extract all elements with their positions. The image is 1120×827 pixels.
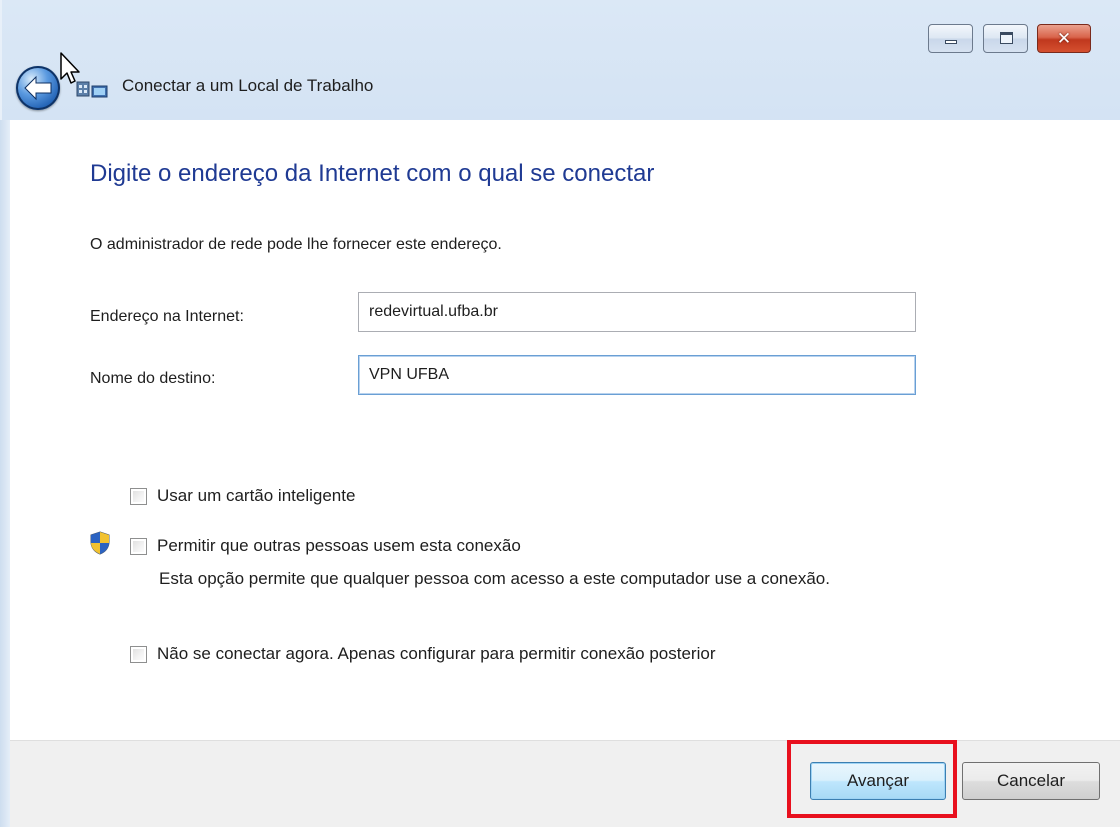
dont-connect-label: Não se conectar agora. Apenas configurar…	[157, 644, 716, 663]
allow-others-description: Esta opção permite que qualquer pessoa c…	[159, 569, 830, 588]
address-label: Endereço na Internet:	[90, 308, 244, 325]
uac-shield-icon	[90, 531, 110, 555]
allow-others-checkbox[interactable]	[130, 537, 147, 555]
highlight-annotation	[787, 740, 957, 818]
window-frame: ✕ Conectar a um Local de Trabalho Digite…	[0, 0, 1120, 827]
smartcard-checkbox[interactable]	[130, 487, 147, 505]
cancel-button[interactable]: Cancelar	[962, 762, 1100, 800]
back-arrow-icon	[24, 75, 52, 101]
destination-label: Nome do destino:	[90, 370, 216, 387]
frame-left-border	[0, 120, 10, 827]
destination-input[interactable]: VPN UFBA	[358, 355, 916, 395]
close-icon: ✕	[1056, 28, 1072, 49]
window-title: Conectar a um Local de Trabalho	[122, 76, 374, 95]
minimize-button[interactable]	[928, 24, 973, 53]
page-heading: Digite o endereço da Internet com o qual…	[90, 160, 655, 187]
allow-others-option[interactable]: Permitir que outras pessoas usem esta co…	[130, 536, 521, 556]
dont-connect-checkbox[interactable]	[130, 645, 147, 663]
workplace-network-icon	[76, 81, 108, 98]
maximize-icon	[1000, 32, 1013, 44]
address-input[interactable]: redevirtual.ufba.br	[358, 292, 916, 332]
smartcard-label: Usar um cartão inteligente	[157, 486, 356, 505]
intro-text: O administrador de rede pode lhe fornece…	[90, 236, 502, 253]
back-button[interactable]	[16, 66, 60, 110]
smartcard-option[interactable]: Usar um cartão inteligente	[130, 486, 355, 506]
dont-connect-option[interactable]: Não se conectar agora. Apenas configurar…	[130, 644, 715, 664]
close-button[interactable]: ✕	[1037, 24, 1091, 53]
allow-others-label: Permitir que outras pessoas usem esta co…	[157, 536, 521, 555]
maximize-button[interactable]	[983, 24, 1028, 53]
minimize-icon	[945, 40, 957, 44]
